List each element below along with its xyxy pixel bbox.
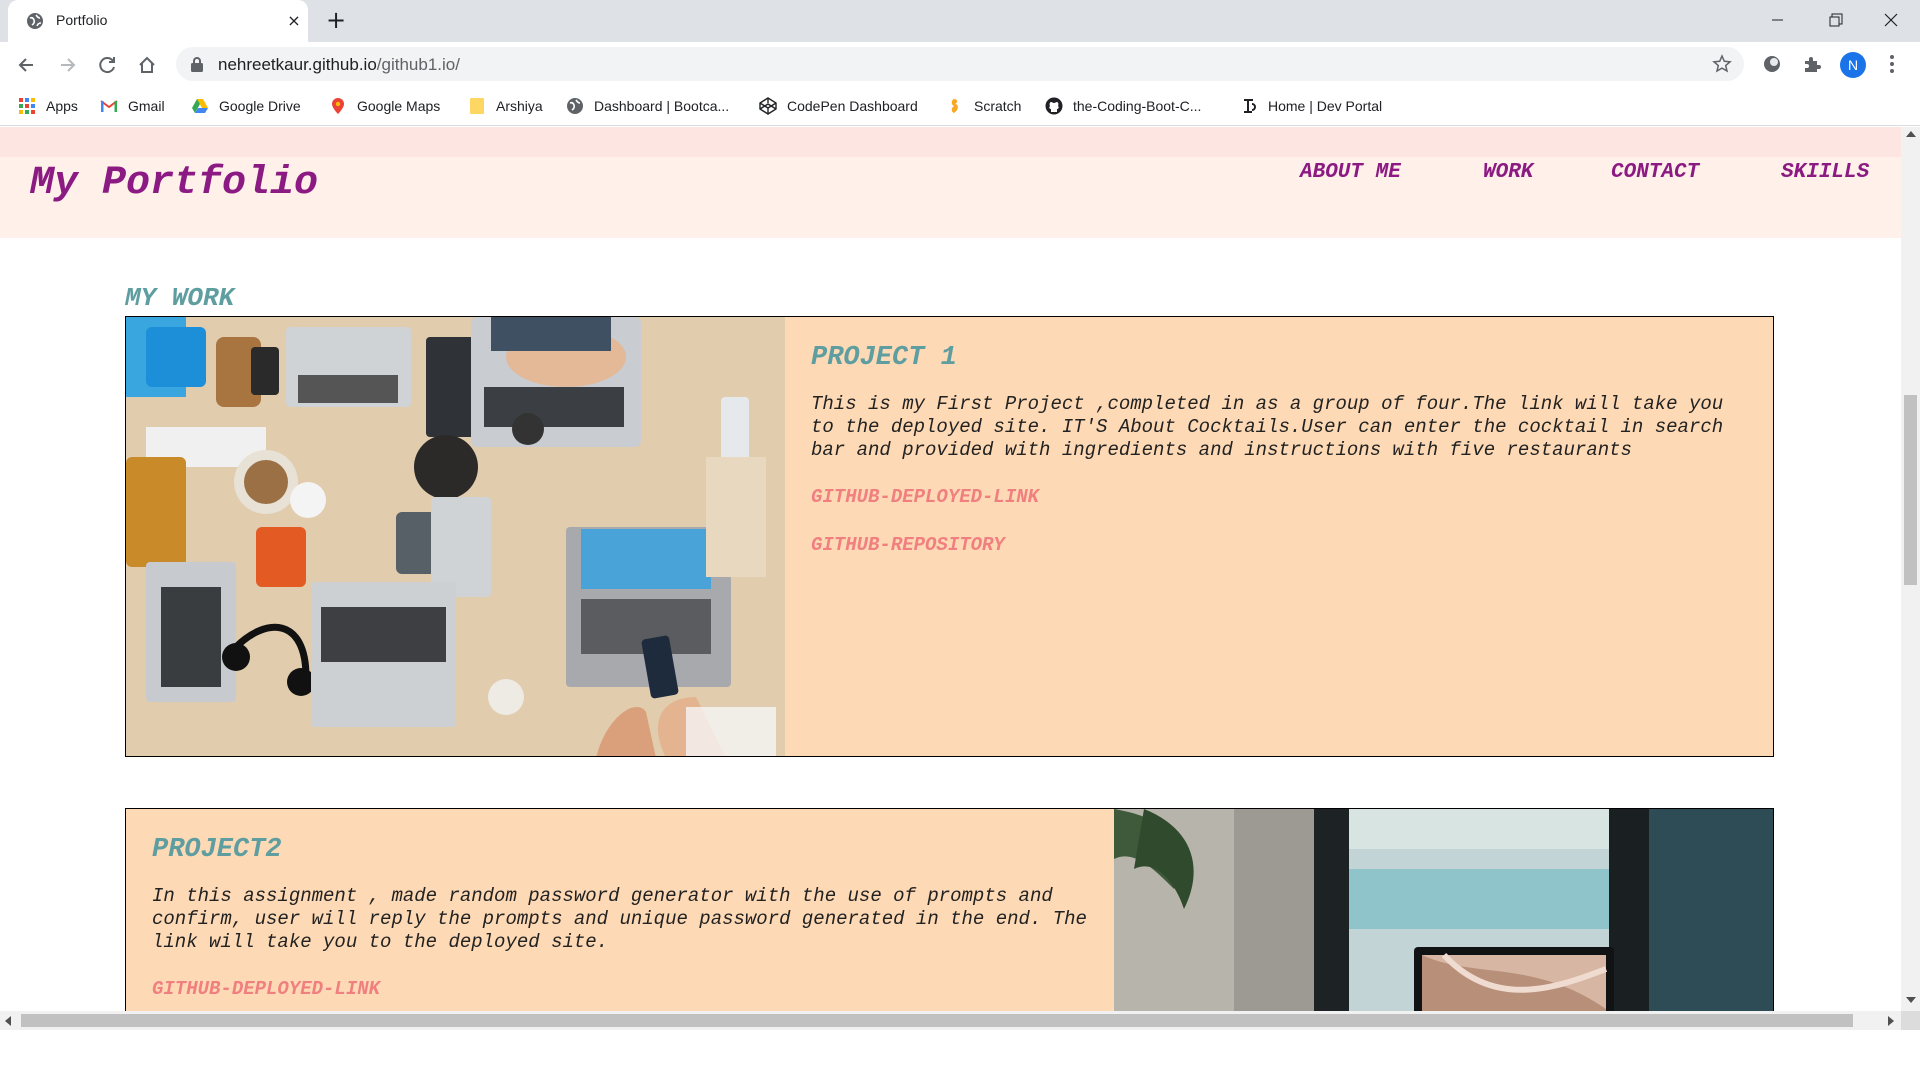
bookmarks-bar: Apps Gmail Google Drive Google Maps Arsh…	[0, 86, 1920, 126]
bookmark-label: Home | Dev Portal	[1268, 98, 1383, 114]
page-viewport: My Portfolio ABOUT ME WORK CONTACT SKIIL…	[0, 127, 1901, 1011]
scroll-down-arrow-icon[interactable]	[1906, 997, 1916, 1003]
globe-icon	[27, 13, 43, 29]
horizontal-scroll-thumb[interactable]	[21, 1014, 1853, 1027]
restore-button[interactable]	[1806, 0, 1864, 40]
bookmark-scratch[interactable]: Scratch	[946, 96, 1021, 116]
scrollbar-corner	[1901, 1011, 1920, 1030]
bookmark-google-drive[interactable]: Google Drive	[191, 96, 301, 116]
project-2-description: In this assignment , made random passwor…	[152, 885, 1087, 953]
extension-circle-icon[interactable]	[1761, 53, 1783, 75]
bookmark-label: Google Drive	[219, 98, 301, 114]
project-card-2: PROJECT2 In this assignment , made rando…	[125, 808, 1774, 1011]
bookmark-label: Dashboard | Bootca...	[594, 98, 730, 114]
below-window-area	[0, 1030, 1920, 1087]
apps-grid-icon	[19, 98, 35, 114]
site-header: My Portfolio ABOUT ME WORK CONTACT SKIIL…	[0, 127, 1901, 238]
browser-toolbar: nehreetkaur.github.io/github1.io/ N	[0, 42, 1920, 86]
section-title-my-work: MY WORK	[125, 283, 235, 313]
restore-icon	[1829, 13, 1843, 27]
google-maps-icon	[332, 98, 344, 114]
nav-work[interactable]: WORK	[1483, 161, 1533, 184]
vertical-scroll-thumb[interactable]	[1904, 395, 1917, 585]
project-1-repository-link[interactable]: GITHUB-REPOSITORY	[811, 534, 1741, 556]
horizontal-scrollbar[interactable]	[0, 1011, 1901, 1030]
close-window-button[interactable]	[1862, 0, 1920, 40]
reload-icon[interactable]	[93, 51, 121, 79]
project-2-deployed-link[interactable]: GITHUB-DEPLOYED-LINK	[152, 978, 1092, 1000]
nav-skills[interactable]: SKIILLS	[1781, 161, 1869, 184]
url-text[interactable]: nehreetkaur.github.io/github1.io/	[218, 55, 460, 75]
tab-close-icon[interactable]: ×	[282, 9, 306, 33]
folder-icon	[470, 98, 484, 114]
close-icon	[1884, 13, 1898, 27]
nav-about-me[interactable]: ABOUT ME	[1300, 161, 1401, 184]
project-2-image	[1114, 809, 1773, 1011]
bookmark-google-maps[interactable]: Google Maps	[329, 96, 440, 116]
project-card-1: PROJECT 1 This is my First Project ,comp…	[125, 316, 1774, 757]
tab-strip: Portfolio × +	[0, 0, 1920, 42]
globe-icon	[567, 98, 583, 114]
project-1-content: PROJECT 1 This is my First Project ,comp…	[811, 317, 1741, 556]
back-arrow-icon[interactable]	[13, 51, 41, 79]
profile-avatar[interactable]: N	[1840, 52, 1866, 78]
lock-icon[interactable]	[190, 56, 204, 72]
bookmark-label: CodePen Dashboard	[787, 98, 918, 114]
bookmark-codepen[interactable]: CodePen Dashboard	[759, 96, 918, 116]
url-host: nehreetkaur.github.io	[218, 55, 377, 74]
site-title: My Portfolio	[30, 161, 319, 206]
dev-portal-icon	[1244, 99, 1256, 113]
extensions-puzzle-icon[interactable]	[1801, 53, 1823, 75]
forward-arrow-icon[interactable]	[53, 51, 81, 79]
codepen-icon	[759, 97, 777, 115]
project-2-title: PROJECT2	[152, 835, 282, 865]
bookmark-arshiya[interactable]: Arshiya	[468, 96, 543, 116]
bookmark-label: Arshiya	[496, 98, 543, 114]
home-icon[interactable]	[133, 51, 161, 79]
project-1-deployed-link[interactable]: GITHUB-DEPLOYED-LINK	[811, 486, 1741, 508]
bookmark-dashboard[interactable]: Dashboard | Bootca...	[566, 96, 729, 116]
tab-title: Portfolio	[56, 12, 108, 28]
bookmark-label: Scratch	[974, 98, 1022, 114]
laptop-window-illustration	[1114, 809, 1773, 1011]
vertical-scrollbar[interactable]	[1901, 127, 1920, 1011]
bookmark-coding-boot-camp[interactable]: the-Coding-Boot-C...	[1045, 96, 1201, 116]
project-2-content: PROJECT2 In this assignment , made rando…	[152, 809, 1092, 1000]
scratch-icon	[951, 99, 958, 113]
new-tab-button[interactable]: +	[322, 7, 350, 35]
bookmark-label: Gmail	[128, 98, 165, 114]
desk-laptops-illustration	[126, 317, 785, 756]
github-icon	[1045, 97, 1063, 115]
minimize-icon	[1772, 19, 1783, 21]
minimize-button[interactable]	[1748, 0, 1806, 40]
bookmark-label: the-Coding-Boot-C...	[1073, 98, 1202, 114]
url-path: /github1.io/	[376, 55, 460, 74]
address-bar[interactable]: nehreetkaur.github.io/github1.io/	[176, 47, 1744, 81]
bookmark-label: Google Maps	[357, 98, 441, 114]
project-1-image	[126, 317, 785, 756]
bookmark-star-icon[interactable]	[1712, 54, 1732, 74]
nav-contact[interactable]: CONTACT	[1611, 161, 1699, 184]
project-1-description: This is my First Project ,completed in a…	[811, 393, 1724, 461]
scroll-right-arrow-icon[interactable]	[1888, 1016, 1894, 1026]
bookmark-apps[interactable]: Apps	[18, 96, 78, 116]
scroll-up-arrow-icon[interactable]	[1906, 131, 1916, 137]
scroll-left-arrow-icon[interactable]	[5, 1016, 11, 1026]
bookmark-gmail[interactable]: Gmail	[100, 96, 165, 116]
bookmark-dev-portal[interactable]: Home | Dev Portal	[1240, 96, 1382, 116]
project-1-title: PROJECT 1	[811, 343, 957, 373]
kebab-menu-icon[interactable]	[1884, 52, 1900, 76]
google-drive-icon	[192, 99, 208, 113]
header-strip	[0, 127, 1901, 157]
gmail-icon	[100, 100, 118, 112]
browser-tab[interactable]: Portfolio ×	[8, 0, 308, 42]
bookmark-label: Apps	[46, 98, 78, 114]
